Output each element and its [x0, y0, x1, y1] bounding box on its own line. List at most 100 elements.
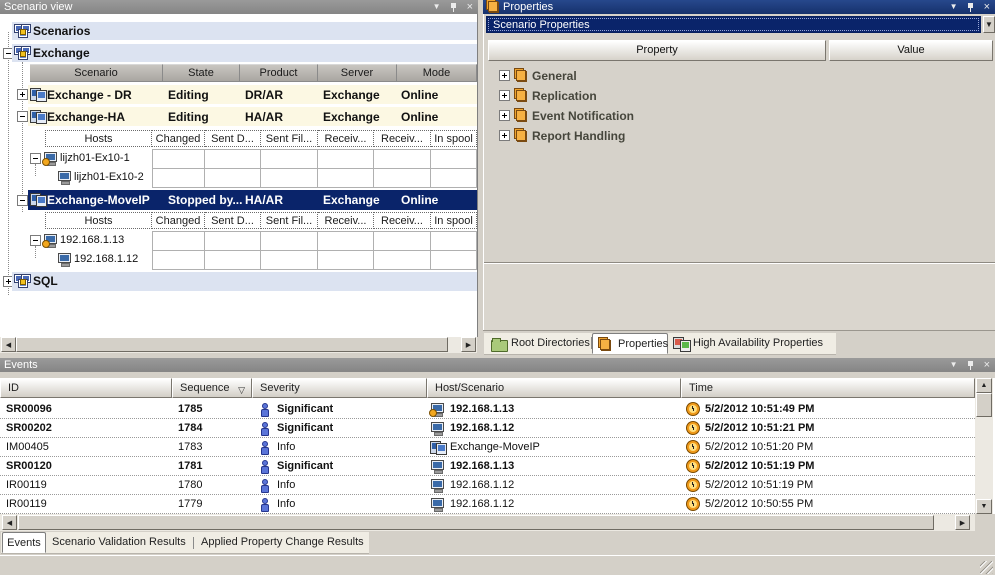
chevron-down-icon[interactable]: ▼: [950, 2, 958, 12]
master-host-icon: [44, 234, 57, 247]
close-icon[interactable]: ×: [467, 2, 473, 12]
event-host: Exchange-MoveIP: [450, 441, 540, 453]
host-table-header: Hosts Changed Sent D... Sent Fil... Rece…: [45, 130, 477, 147]
host-col-changed[interactable]: Changed: [152, 130, 205, 147]
properties-icon: [489, 2, 499, 13]
properties-selector[interactable]: Scenario Properties: [486, 16, 981, 33]
host-col-received2[interactable]: Receiv...: [374, 212, 431, 229]
tab-properties[interactable]: Properties: [592, 333, 668, 354]
column-header-mode[interactable]: Mode: [397, 64, 477, 82]
property-item-general[interactable]: General: [484, 66, 995, 86]
property-item-report-handling[interactable]: Report Handling: [484, 126, 995, 146]
group-label: SQL: [33, 274, 58, 288]
scenario-product: HA/AR: [245, 110, 283, 124]
scrollbar-thumb[interactable]: [18, 515, 934, 530]
host-name: 192.168.1.12: [74, 253, 138, 265]
scenario-horizontal-scrollbar[interactable]: ◀ ▶: [0, 337, 477, 353]
events-titlebar[interactable]: Events ▼ ×: [0, 358, 995, 372]
host-row-master[interactable]: lijzh01-Ex10-1: [0, 149, 477, 168]
chevron-down-icon[interactable]: ▼: [433, 2, 441, 12]
selector-dropdown-icon[interactable]: ▼: [983, 16, 995, 33]
host-col-received1[interactable]: Receiv...: [318, 212, 374, 229]
events-panel: Events ▼ × ID Sequence▽ Severity Host/Sc…: [0, 358, 995, 575]
pin-icon[interactable]: [967, 2, 975, 13]
host-col-in-spool[interactable]: In spool: [431, 212, 477, 229]
host-col-received2[interactable]: Receiv...: [374, 130, 431, 147]
collapse-icon[interactable]: [17, 195, 28, 206]
tab-scenario-validation-results[interactable]: Scenario Validation Results: [52, 532, 187, 553]
column-header-product[interactable]: Product: [240, 64, 318, 82]
value-column-header[interactable]: Value: [829, 40, 993, 61]
event-row[interactable]: IR00119 1779 Info 192.168.1.12 5/2/2012 …: [0, 495, 975, 514]
tab-root-directories[interactable]: Root Directories: [485, 333, 591, 354]
column-header-severity[interactable]: Severity: [252, 378, 427, 398]
scroll-right-icon[interactable]: ▶: [955, 515, 970, 530]
scroll-up-icon[interactable]: ▲: [976, 378, 992, 393]
close-icon[interactable]: ×: [984, 2, 990, 12]
close-icon[interactable]: ×: [984, 360, 990, 370]
column-header-sequence[interactable]: Sequence▽: [172, 378, 252, 398]
event-id: IR00119: [6, 479, 47, 491]
column-header-state[interactable]: State: [163, 64, 240, 82]
host-col-hosts[interactable]: Hosts: [45, 130, 152, 147]
host-col-in-spool[interactable]: In spool: [431, 130, 477, 147]
host-col-sent-data[interactable]: Sent D...: [205, 212, 261, 229]
column-header-id[interactable]: ID: [0, 378, 172, 398]
tree-group-sql[interactable]: SQL: [12, 272, 477, 291]
host-row-replica[interactable]: 192.168.1.12: [0, 250, 477, 269]
scroll-left-icon[interactable]: ◀: [1, 337, 16, 352]
scroll-right-icon[interactable]: ▶: [461, 337, 476, 352]
scroll-left-icon[interactable]: ◀: [2, 515, 17, 530]
tree-group-exchange[interactable]: Exchange: [12, 44, 477, 62]
host-col-sent-files[interactable]: Sent Fil...: [261, 130, 318, 147]
host-col-received1[interactable]: Receiv...: [318, 130, 374, 147]
expand-icon[interactable]: [17, 89, 28, 100]
master-host-icon: [431, 403, 444, 416]
scenario-row-exchange-ha[interactable]: Exchange-HA Editing HA/AR Exchange Onlin…: [28, 107, 477, 126]
chevron-down-icon[interactable]: ▼: [950, 360, 958, 370]
scrollbar-thumb[interactable]: [16, 337, 448, 352]
events-horizontal-scrollbar[interactable]: ◀ ▶: [0, 514, 995, 531]
properties-titlebar[interactable]: Properties ▼ ×: [483, 0, 995, 14]
collapse-icon[interactable]: [17, 111, 28, 122]
expand-icon[interactable]: [499, 70, 510, 81]
event-row[interactable]: IR00119 1780 Info 192.168.1.12 5/2/2012 …: [0, 476, 975, 495]
events-vertical-scrollbar[interactable]: ▲ ▼: [975, 378, 993, 514]
pin-icon[interactable]: [967, 360, 975, 371]
tab-events[interactable]: Events: [2, 532, 46, 553]
column-header-server[interactable]: Server: [318, 64, 397, 82]
severity-icon: [259, 422, 269, 435]
column-header-scenario[interactable]: Scenario: [30, 64, 163, 82]
expand-icon[interactable]: [499, 90, 510, 101]
pin-icon[interactable]: [450, 2, 458, 13]
tab-applied-property-change-results[interactable]: Applied Property Change Results: [201, 532, 366, 553]
expand-icon[interactable]: [499, 130, 510, 141]
scenario-name: Exchange-MoveIP: [47, 193, 150, 207]
scroll-down-icon[interactable]: ▼: [976, 499, 992, 514]
host-col-changed[interactable]: Changed: [152, 212, 205, 229]
event-row[interactable]: SR00096 1785 Significant 192.168.1.13 5/…: [0, 400, 975, 419]
column-header-time[interactable]: Time: [681, 378, 975, 398]
event-row[interactable]: SR00202 1784 Significant 192.168.1.12 5/…: [0, 419, 975, 438]
host-col-hosts[interactable]: Hosts: [45, 212, 152, 229]
column-header-host-scenario[interactable]: Host/Scenario: [427, 378, 681, 398]
expand-icon[interactable]: [499, 110, 510, 121]
tab-high-availability-properties[interactable]: High Availability Properties: [668, 333, 833, 354]
host-col-sent-files[interactable]: Sent Fil...: [261, 212, 318, 229]
event-row[interactable]: IM00405 1783 Info Exchange-MoveIP 5/2/20…: [0, 438, 975, 457]
scenario-row-exchange-moveip-selected[interactable]: Exchange-MoveIP Stopped by... HA/AR Exch…: [28, 190, 477, 210]
scenario-mode: Online: [401, 110, 438, 124]
host-col-sent-data[interactable]: Sent D...: [205, 130, 261, 147]
tab-label: Applied Property Change Results: [201, 536, 364, 548]
host-row-master[interactable]: 192.168.1.13: [0, 231, 477, 250]
scenario-view-titlebar[interactable]: Scenario view ▼ ×: [0, 0, 478, 14]
property-column-header[interactable]: Property: [488, 40, 826, 61]
property-item-replication[interactable]: Replication: [484, 86, 995, 106]
host-row-replica[interactable]: lijzh01-Ex10-2: [0, 168, 477, 187]
scenario-row-exchange-dr[interactable]: Exchange - DR Editing DR/AR Exchange Onl…: [28, 85, 477, 104]
resize-grip[interactable]: [980, 561, 993, 574]
scrollbar-thumb[interactable]: [976, 393, 992, 417]
tree-group-scenarios[interactable]: Scenarios: [12, 22, 477, 40]
event-row[interactable]: SR00120 1781 Significant 192.168.1.13 5/…: [0, 457, 975, 476]
property-item-event-notification[interactable]: Event Notification: [484, 106, 995, 126]
